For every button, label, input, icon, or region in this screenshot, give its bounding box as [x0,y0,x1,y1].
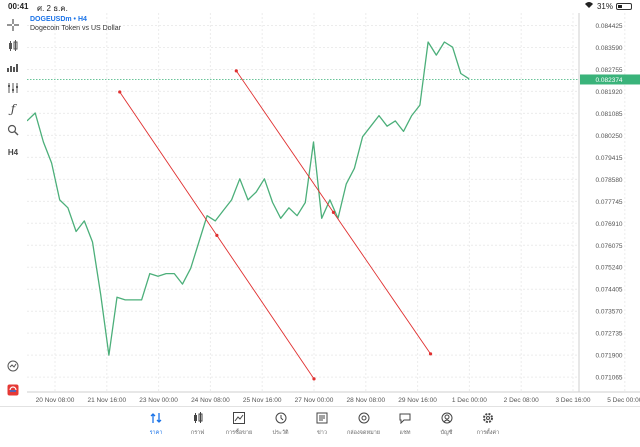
nav-label: กราฟ [190,430,205,436]
time-axis-label: 3 Dec 16:00 [555,397,590,404]
nav-item-news[interactable]: ข่าว [302,411,342,437]
settings-icon [468,411,508,425]
price-axis-label: 0.075240 [595,265,622,272]
chart-description: Dogecoin Token vs US Dollar [30,25,121,32]
price-axis-label: 0.081920 [595,89,622,96]
chat-icon [385,411,425,425]
time-axis-label: 1 Dec 00:00 [452,397,487,404]
crosshair-icon[interactable] [5,17,21,33]
time-axis-label: 24 Nov 08:00 [191,397,230,404]
price-axis-label: 0.082755 [595,67,622,74]
chart-symbol: DOGEUSDm • H4 [30,16,87,23]
price-axis-label: 0.071065 [595,375,622,382]
nav-item-history[interactable]: ประวัติ [261,411,301,437]
candle-icon[interactable] [5,38,21,54]
nav-label: การตั้งค่า [476,430,500,436]
nav-label: กล่องจดหมาย [346,430,381,436]
tradeline-icon[interactable] [5,358,21,374]
battery-icon [616,2,632,10]
nav-label: ข่าว [317,430,327,436]
trendline-handle [428,352,433,356]
account-icon [427,411,467,425]
objects-icon[interactable] [5,80,21,96]
search-chart-icon[interactable] [5,122,21,138]
current-price-label: 0.082374 [595,77,622,84]
chart-area[interactable]: 20 Nov 08:00 21 Nov 16:00 23 Nov 00:00 24 N… [27,13,640,406]
chart-icon [178,411,218,425]
nav-item-trade[interactable]: การซื้อขาย [219,411,259,437]
nav-label: การซื้อขาย [225,430,253,436]
price-axis-label: 0.078580 [595,177,622,184]
time-axis-label: 25 Nov 16:00 [243,397,282,404]
nav-label: ราคา [149,430,163,436]
price-axis-label: 0.072735 [595,331,622,338]
mail-icon [344,411,384,425]
price-axis-label: 0.084425 [595,23,622,30]
news-icon [302,411,342,425]
price-axis-label: 0.071900 [595,353,622,360]
status-time: 00:41 [8,2,29,11]
price-axis-label: 0.076075 [595,243,622,250]
function-icon[interactable]: ƒ [5,101,21,117]
battery-percent: 31% [596,1,613,11]
nav-item-account[interactable]: บัญชี [427,411,467,437]
trendline-handle [234,69,238,73]
indicator-icon[interactable] [5,59,21,75]
time-axis-label: 5 Dec 00:00 [607,397,640,404]
price-axis-label: 0.073570 [595,309,622,316]
history-icon [261,411,301,425]
quotes-icon [136,411,176,425]
logo-icon [5,382,21,398]
nav-label: แชท [399,430,411,436]
status-right: 31% [584,1,632,11]
trade-icon [219,411,259,425]
status-bar: 00:41 ศ. 2 ธ.ค. 31% [0,0,640,13]
price-axis-label: 0.076910 [595,221,622,228]
trendline-handle [312,377,316,381]
time-axis-label: 20 Nov 08:00 [36,397,75,404]
trendline-handle [215,233,219,237]
bottom-nav: ราคา กราฟ การซื้อขาย ประวัติ ข่าว กล่องจดหมาย… [0,406,640,447]
time-axis-label: 21 Nov 16:00 [87,397,126,404]
time-axis-label: 2 Dec 08:00 [504,397,539,404]
nav-item-chat[interactable]: แชท [385,411,425,437]
trendline-handle [331,210,336,214]
time-axis-label: 23 Nov 00:00 [139,397,178,404]
price-axis-label: 0.081085 [595,111,622,118]
time-axis-label: 29 Nov 16:00 [398,397,437,404]
trendline-handle [118,90,122,94]
price-line [27,41,470,356]
wifi-icon [584,1,594,11]
nav-item-mail[interactable]: กล่องจดหมาย [344,411,384,437]
price-axis-label: 0.074405 [595,287,622,294]
nav-item-settings[interactable]: การตั้งค่า [468,411,508,437]
price-chart[interactable]: 20 Nov 08:00 21 Nov 16:00 23 Nov 00:00 24 N… [27,13,640,406]
chart-title: DOGEUSDm • H4 Dogecoin Token vs US Dolla… [30,15,121,33]
timeframe-icon[interactable]: H4 [5,144,21,160]
time-axis-label: 27 Nov 00:00 [295,397,334,404]
battery-fill [618,4,623,8]
nav-label: บัญชี [440,430,453,436]
price-axis-label: 0.079415 [595,155,622,162]
nav-item-quotes[interactable]: ราคา [136,411,176,437]
time-axis-label: 28 Nov 08:00 [346,397,385,404]
price-axis-label: 0.077745 [595,199,622,206]
chart-toolbar: ƒ H4 [0,14,26,396]
price-axis-label: 0.080250 [595,133,622,140]
nav-label: ประวัติ [272,430,289,436]
nav-item-chart[interactable]: กราฟ [178,411,218,437]
price-axis-label: 0.083590 [595,45,622,52]
